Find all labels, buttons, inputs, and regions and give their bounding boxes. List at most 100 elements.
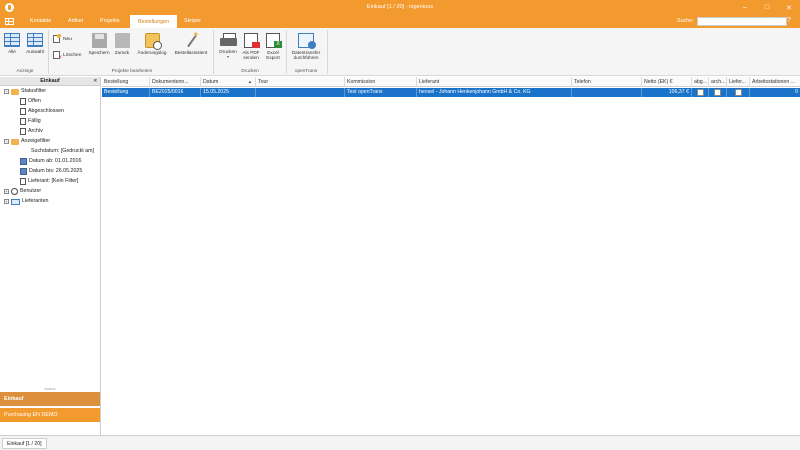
speichern-button[interactable]: Speichern [87, 33, 111, 55]
page-icon [20, 118, 26, 125]
search-label: Suche: [677, 18, 694, 24]
orders-grid: Bestellung Dokumentenn... Datum ▲ Tour K… [102, 77, 800, 435]
tree-node-abgeschlossen[interactable]: Abgeschlossen [20, 107, 64, 116]
cell-archiv [709, 88, 727, 97]
neu-button[interactable]: Neu [53, 34, 72, 43]
column-header-arbeitsstationen[interactable]: Arbeitsstationen ... [750, 77, 800, 87]
sort-ascending-icon: ▲ [248, 79, 252, 84]
tree-node-anzeigefilter[interactable]: − Anzeigefilter [4, 137, 50, 146]
column-header-bestellung[interactable]: Bestellung [102, 77, 150, 87]
data-transfer-icon [298, 33, 316, 49]
maximize-button[interactable]: □ [756, 0, 778, 15]
column-header-archiv[interactable]: arch... [709, 77, 727, 87]
column-header-lieferant[interactable]: Lieferant [417, 77, 572, 87]
tab-projekte[interactable]: Projekte [100, 15, 120, 28]
tab-skripte[interactable]: Skripte [184, 15, 201, 28]
expand-plus-icon[interactable]: + [4, 189, 9, 194]
cell-lieferant: hensel - Johann Henkenjohann GmbH & Co. … [417, 88, 572, 97]
tree-node-datum-ab[interactable]: Datum ab: 01.01.2016 [20, 157, 81, 166]
group-label-opentrans: openTrans [294, 68, 318, 73]
collapse-minus-icon[interactable]: − [4, 139, 9, 144]
pdf-icon [244, 33, 260, 48]
lieferant-filter-label: Lieferant: [Kein Filter] [28, 178, 79, 184]
settings-gear-icon[interactable]: ⚙ [770, 17, 776, 25]
status-bar: Einkauf [1 / 20] [0, 435, 800, 450]
menu-tab-bar: Kontakte Artikel Projekte Bestellungen S… [0, 15, 800, 28]
cell-arbeitsstationen: 0 [795, 89, 798, 95]
lieferung-checkbox[interactable] [735, 89, 742, 96]
sidebar-title: Einkauf [40, 78, 60, 84]
splitter-grip[interactable]: •••••••• [0, 387, 100, 391]
nav-einkauf-button[interactable]: Einkauf [0, 392, 100, 406]
aenderungslog-button[interactable]: Änderungslog [134, 33, 170, 55]
tree-node-datum-bis[interactable]: Datum bis: 26.05.2025 [20, 167, 82, 176]
new-document-icon [53, 34, 61, 43]
datum-bis-label: Datum bis: 26.05.2025 [29, 168, 83, 174]
tab-artikel[interactable]: Artikel [68, 15, 83, 28]
zurueck-button[interactable]: Zurück [112, 33, 132, 55]
auswahl-button[interactable]: Auswahl [24, 33, 46, 54]
tree-item-label: Archiv [28, 128, 43, 134]
excel-icon [266, 33, 282, 48]
tree-item-label: Fällig [28, 118, 41, 124]
tab-bestellungen[interactable]: Bestellungen [130, 15, 178, 28]
bestellassistent-button[interactable]: Bestellassistent [171, 30, 211, 55]
loeschen-label: Löschen [63, 52, 82, 58]
column-header-telefon[interactable]: Telefon [572, 77, 642, 87]
benutzer-label: Benutzer [20, 188, 42, 194]
excel-export-button[interactable]: Excel Export [263, 33, 283, 60]
page-icon [20, 98, 26, 105]
tree-node-offen[interactable]: Offen [20, 97, 41, 106]
group-label-anzeige: Anzeige [16, 68, 34, 73]
help-icon[interactable]: ? [787, 17, 791, 24]
loeschen-button[interactable]: Löschen [53, 51, 82, 61]
ribbon: Alle Auswahl Anzeige Neu Löschen Speiche… [0, 28, 800, 76]
datentransfer-button[interactable]: Datentransfer durchführen [288, 33, 324, 60]
column-header-dokumentennummer[interactable]: Dokumentenn... [150, 77, 201, 87]
nav-purchasing-button[interactable]: Purchasing EN DEMO [0, 408, 100, 422]
suchdatum-label: Suchdatum: [Gedruckt am] [31, 148, 95, 154]
cell-bestellung: Bestellung [102, 88, 150, 97]
cell-lieferung [727, 88, 750, 97]
column-header-datum[interactable]: Datum ▲ [201, 77, 256, 87]
als-pdf-senden-button[interactable]: Als PDF senden [240, 33, 262, 60]
tree-node-lieferant[interactable]: Lieferant: [Kein Filter] [20, 177, 78, 186]
lieferanten-label: Lieferanten [22, 198, 49, 204]
column-header-tour[interactable]: Tour [256, 77, 345, 87]
app-menu-icon[interactable] [5, 18, 14, 25]
tree-node-lieferanten[interactable]: + Lieferanten [4, 197, 49, 206]
collapse-sidebar-icon[interactable]: « [94, 77, 97, 86]
speichern-label: Speichern [88, 50, 110, 55]
close-button[interactable]: ✕ [778, 0, 800, 15]
collapse-minus-icon[interactable]: − [4, 89, 9, 94]
drucken-button[interactable]: Drucken ▾ [217, 33, 239, 59]
document-tab-einkauf[interactable]: Einkauf [1 / 20] [2, 438, 47, 449]
alle-label: Alle [8, 49, 16, 54]
anzeigefilter-label: Anzeigefilter [21, 138, 51, 144]
alle-button[interactable]: Alle [4, 33, 20, 54]
user-icon [11, 188, 18, 195]
tree-node-benutzer[interactable]: + Benutzer [4, 187, 41, 196]
column-header-kommission[interactable]: Kommission [345, 77, 417, 87]
column-header-abgeschlossen[interactable]: abg... [692, 77, 709, 87]
table-row[interactable]: Bestellung BE2025/0016 15.05.2025 Test o… [102, 88, 800, 97]
abgeschlossen-checkbox[interactable] [697, 89, 704, 96]
column-header-netto[interactable]: Netto (EK) € [642, 77, 692, 87]
archiv-checkbox[interactable] [714, 89, 721, 96]
folder-icon [11, 138, 19, 145]
group-label-bearbeiten: Projekte bearbeiten [111, 68, 153, 73]
tree-node-faellig[interactable]: Fällig [20, 117, 41, 126]
cell-datum: 15.05.2025 [201, 88, 256, 97]
tree-node-statusfilter[interactable]: − Statusfilter [4, 87, 46, 96]
tab-kontakte[interactable]: Kontakte [30, 15, 51, 28]
tree-node-suchdatum[interactable]: Suchdatum: [Gedruckt am] [31, 147, 94, 156]
minimize-button[interactable]: – [734, 0, 756, 15]
datum-header-label: Datum [203, 79, 219, 85]
column-header-lieferung[interactable]: Liefer... [727, 77, 750, 87]
cell-dokument: BE2025/0016 [150, 88, 201, 97]
table-selection-icon [27, 33, 43, 47]
expand-plus-icon[interactable]: + [4, 199, 9, 204]
table-icon [4, 33, 20, 47]
tree-node-archiv[interactable]: Archiv [20, 127, 43, 136]
senden-label: senden [243, 55, 259, 60]
